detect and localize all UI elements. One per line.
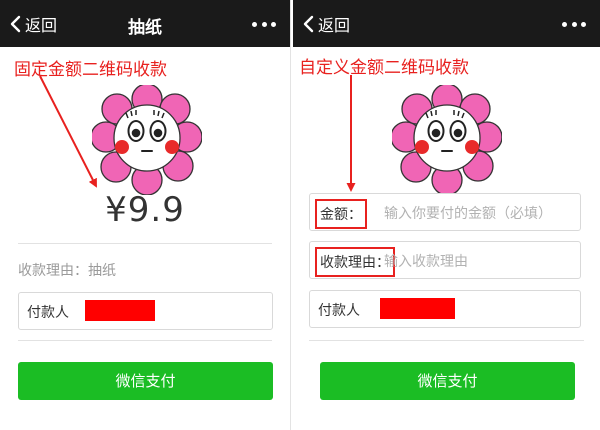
payer-label: 付款人 [27, 305, 69, 321]
divider [309, 340, 584, 341]
reason-input-field[interactable]: 收款理由： 输入收款理由 [309, 241, 581, 279]
flower-avatar-icon [92, 85, 202, 195]
fixed-amount-panel: 返回 抽纸 固定金额二维码收款 ¥9.9 收款理由：抽纸 付款人 微信支付 [0, 0, 291, 430]
divider [18, 340, 272, 341]
more-dots-icon[interactable] [252, 15, 276, 33]
flower-avatar-icon [392, 85, 502, 195]
reason-input[interactable]: 输入收款理由 [384, 251, 468, 271]
amount-display: ¥9.9 [105, 190, 185, 230]
custom-amount-panel: 返回 自定义金额二维码收款 金额： 输入你要付的金额（必填） 收款理由： 输入收… [293, 0, 600, 430]
redacted-payer-name [85, 300, 155, 321]
payment-reason-text: 收款理由：抽纸 [18, 263, 116, 279]
page-title: 抽纸 [128, 18, 162, 38]
more-dots-icon[interactable] [562, 15, 586, 33]
annotation-label: 自定义金额二维码收款 [299, 58, 469, 78]
annotation-label: 固定金额二维码收款 [14, 60, 167, 80]
redacted-payer-name [380, 298, 455, 319]
amount-label: 金额： [315, 199, 367, 229]
back-label: 返回 [318, 16, 351, 35]
back-button[interactable]: 返回 [303, 12, 350, 36]
payer-field[interactable]: 付款人 [309, 290, 581, 328]
payer-field[interactable]: 付款人 [18, 292, 273, 330]
amount-input-field[interactable]: 金额： 输入你要付的金额（必填） [309, 193, 581, 231]
wechat-pay-button[interactable]: 微信支付 [320, 362, 575, 400]
divider [18, 243, 272, 244]
top-bar: 返回 抽纸 [0, 0, 290, 47]
payer-label: 付款人 [318, 303, 360, 319]
top-bar: 返回 [293, 0, 600, 47]
reason-label: 收款理由： [315, 247, 395, 277]
wechat-pay-button[interactable]: 微信支付 [18, 362, 273, 400]
amount-input[interactable]: 输入你要付的金额（必填） [384, 203, 552, 223]
chevron-left-icon [303, 15, 314, 33]
